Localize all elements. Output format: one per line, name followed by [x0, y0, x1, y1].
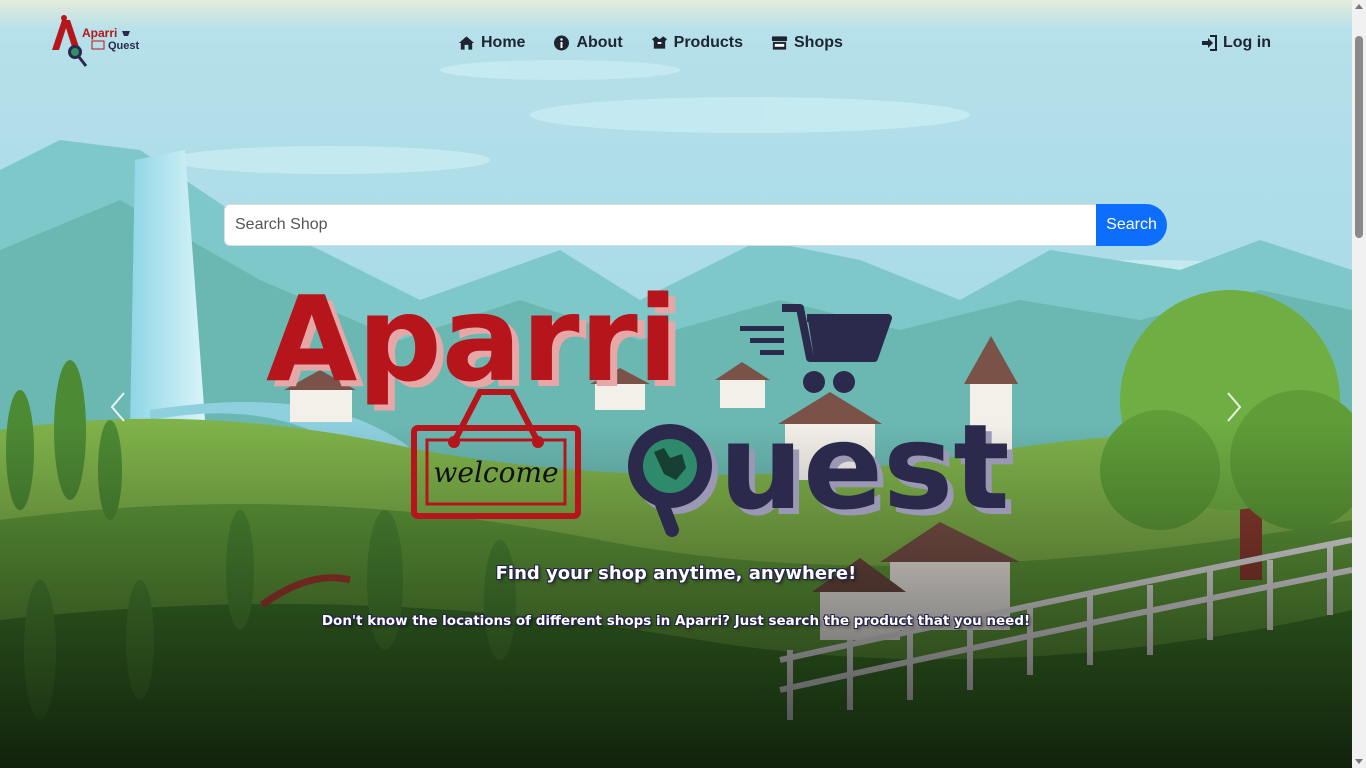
nav-about-label: About — [576, 34, 623, 51]
login-label: Log in — [1223, 34, 1271, 51]
login-link[interactable]: Log in — [1201, 34, 1271, 52]
search-input[interactable] — [224, 204, 1096, 246]
scroll-thumb[interactable] — [1355, 36, 1363, 238]
shop-search-form: Search — [224, 204, 1167, 246]
scroll-up-icon[interactable] — [1355, 4, 1363, 9]
info-circle-icon — [554, 35, 570, 51]
nav-about[interactable]: About — [553, 34, 623, 52]
brand-line2: Quest — [108, 40, 140, 52]
navbar: Aparri Quest Home About Products Shops L… — [0, 0, 1352, 88]
store-icon — [771, 36, 788, 50]
nav-products[interactable]: Products — [651, 34, 743, 52]
hero-logo: Aparri Aparri welcome uest uest — [266, 276, 1016, 538]
nav-home-label: Home — [481, 34, 526, 51]
page: Aparri Quest Home About Products Shops L… — [0, 0, 1366, 768]
nav-home[interactable]: Home — [458, 34, 525, 52]
search-button[interactable]: Search — [1096, 204, 1167, 246]
hero-logo-word1: Aparri — [266, 276, 678, 408]
nav-products-label: Products — [673, 34, 743, 51]
boxes-icon — [651, 36, 667, 49]
home-icon — [458, 36, 475, 50]
nav-links: Home About Products Shops — [458, 34, 843, 52]
brand-line1: Aparri — [82, 26, 117, 40]
magnifier-globe-icon — [628, 424, 718, 537]
page-scrollbar[interactable] — [1352, 0, 1366, 768]
hero-tagline: Find your shop anytime, anywhere! — [495, 563, 857, 584]
sign-in-icon — [1202, 35, 1217, 51]
carousel-next-icon[interactable] — [1218, 390, 1248, 424]
shopping-cart-icon — [740, 304, 892, 393]
carousel-prev-icon[interactable] — [104, 390, 134, 424]
hero-subtagline: Don't know the locations of different sh… — [321, 613, 1031, 629]
nav-shops-label: Shops — [794, 34, 843, 51]
brand-logo[interactable]: Aparri Quest — [48, 14, 148, 72]
nav-shops[interactable]: Shops — [771, 34, 843, 52]
welcome-sign-text: welcome — [433, 456, 558, 489]
hero-logo-word2: uest — [719, 398, 1010, 536]
scroll-down-icon[interactable] — [1355, 759, 1363, 764]
brand-logo-icon: Aparri Quest — [52, 15, 140, 67]
